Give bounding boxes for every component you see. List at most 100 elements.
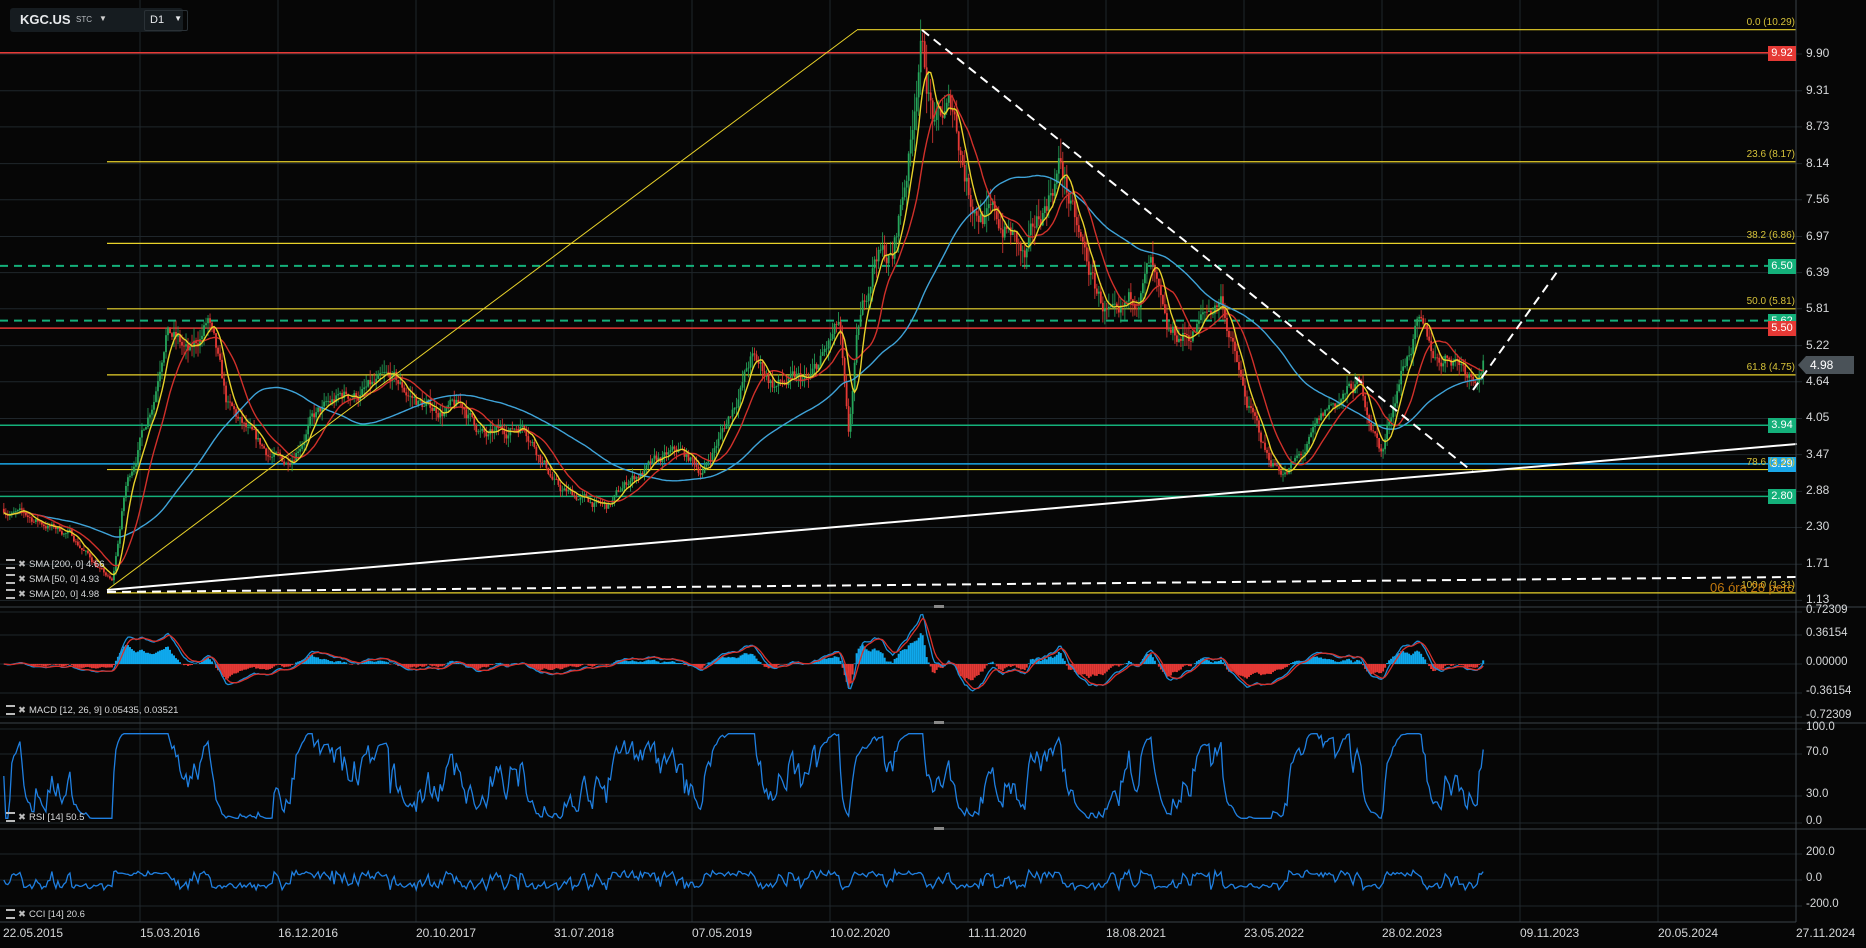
candle <box>955 114 958 132</box>
legend-macd[interactable]: ✖ MACD [12, 26, 9] 0.05435, 0.03521 <box>6 705 178 716</box>
candle <box>521 425 524 427</box>
macd-histogram-bar <box>229 664 232 677</box>
macd-histogram-bar <box>1213 661 1216 664</box>
macd-histogram-bar <box>86 664 89 667</box>
candle <box>669 450 672 453</box>
candle <box>1071 200 1074 202</box>
candle <box>1300 453 1302 456</box>
horizontal-levels[interactable] <box>0 29 1796 594</box>
candle <box>1266 449 1268 453</box>
candle-countdown: 06 óra 28 perc <box>1710 580 1794 595</box>
settings-icon[interactable] <box>6 589 15 600</box>
settings-icon[interactable] <box>6 574 15 585</box>
close-icon[interactable]: ✖ <box>18 589 26 600</box>
symbol-selector[interactable]: KGC.US STC ▼ D1 ▼ <box>10 8 188 32</box>
candle <box>1436 357 1439 359</box>
chart-canvas[interactable] <box>0 0 1866 948</box>
candle <box>505 434 508 439</box>
candle <box>1316 418 1318 424</box>
macd-histogram-bar <box>1101 664 1104 676</box>
candle <box>557 478 560 485</box>
legend-cci[interactable]: ✖ CCI [14] 20.6 <box>6 909 85 920</box>
candle <box>859 314 862 327</box>
candle <box>373 381 376 383</box>
macd-histogram-bar <box>831 657 834 664</box>
legend-text: RSI [14] 50.5 <box>28 812 85 823</box>
projection-line[interactable] <box>1472 271 1558 391</box>
candle <box>365 386 368 388</box>
candle <box>551 476 554 480</box>
macd-histogram-bar <box>130 649 133 664</box>
timeframe-select[interactable]: D1 ▼ <box>144 10 188 31</box>
settings-icon[interactable] <box>6 909 15 920</box>
candle <box>899 204 902 216</box>
macd-histogram-bar <box>879 652 882 664</box>
chevron-down-icon[interactable]: ▼ <box>99 14 107 23</box>
close-icon[interactable]: ✖ <box>18 559 26 570</box>
macd-histogram-bar <box>1211 662 1214 664</box>
macd-histogram-bar <box>154 652 157 664</box>
close-icon[interactable]: ✖ <box>18 812 26 823</box>
close-icon[interactable]: ✖ <box>18 574 26 585</box>
candle <box>781 380 784 383</box>
macd-histogram-bar <box>659 662 662 664</box>
macd-histogram-bar <box>1408 653 1411 664</box>
candle <box>1448 357 1451 360</box>
settings-icon[interactable] <box>6 559 15 570</box>
macd-histogram-bar <box>483 664 486 667</box>
candle <box>477 431 480 433</box>
legend-rsi[interactable]: ✖ RSI [14] 50.5 <box>6 812 84 823</box>
candle <box>46 525 49 529</box>
settings-icon[interactable] <box>6 705 15 716</box>
candle <box>1081 236 1084 242</box>
price-level-badge: 5.50 <box>1768 321 1796 337</box>
macd-histogram-bar <box>1095 664 1098 676</box>
candle <box>387 371 390 373</box>
legend-sma50[interactable]: ✖ SMA [50, 0] 4.93 <box>6 574 99 585</box>
candle <box>837 321 840 325</box>
macd-histogram-bar <box>635 661 638 664</box>
price-tick: 6.97 <box>1806 228 1830 243</box>
macd-histogram-bar <box>489 664 492 666</box>
candle <box>873 259 876 269</box>
candle <box>269 456 271 458</box>
macd-histogram-bar <box>273 664 276 667</box>
cci-axis-tick: -200.0 <box>1806 898 1839 910</box>
candle <box>735 407 738 409</box>
support-trendline[interactable] <box>106 443 1798 591</box>
close-icon[interactable]: ✖ <box>18 705 26 716</box>
dashed-support-line[interactable] <box>106 576 1798 593</box>
price-level-badge: 3.94 <box>1768 418 1796 434</box>
candle <box>1045 206 1048 211</box>
candle <box>413 397 416 398</box>
candle <box>823 348 826 353</box>
candle <box>909 139 912 154</box>
candle <box>1408 355 1411 357</box>
yellow-trendline[interactable] <box>106 29 858 591</box>
candle <box>283 461 285 465</box>
candle <box>209 318 211 323</box>
macd-histogram-bar <box>749 653 752 664</box>
macd-histogram-bar <box>915 640 918 664</box>
settings-icon[interactable] <box>6 812 15 823</box>
candle <box>753 353 756 355</box>
close-icon[interactable]: ✖ <box>18 909 26 920</box>
drawings[interactable] <box>106 29 1798 593</box>
legend-sma200[interactable]: ✖ SMA [200, 0] 4.66 <box>6 559 105 570</box>
legend-sma20[interactable]: ✖ SMA [20, 0] 4.98 <box>6 589 99 600</box>
macd-histogram-bar <box>639 661 642 664</box>
macd-histogram-bar <box>925 657 928 664</box>
candle <box>319 407 322 412</box>
macd-histogram-bar <box>1103 664 1106 674</box>
macd-histogram-bar <box>138 650 141 664</box>
resistance-trendline[interactable] <box>921 29 1474 473</box>
macd-histogram-bar <box>1023 664 1026 670</box>
macd-histogram-bar <box>869 651 872 664</box>
macd-histogram-bar <box>1270 664 1273 675</box>
legend-text: SMA [50, 0] 4.93 <box>28 574 100 585</box>
candle <box>261 444 263 447</box>
macd-histogram-bar <box>353 663 356 664</box>
macd-histogram-bar <box>571 664 574 667</box>
macd-histogram-bar <box>1360 661 1363 664</box>
candle <box>897 215 900 237</box>
